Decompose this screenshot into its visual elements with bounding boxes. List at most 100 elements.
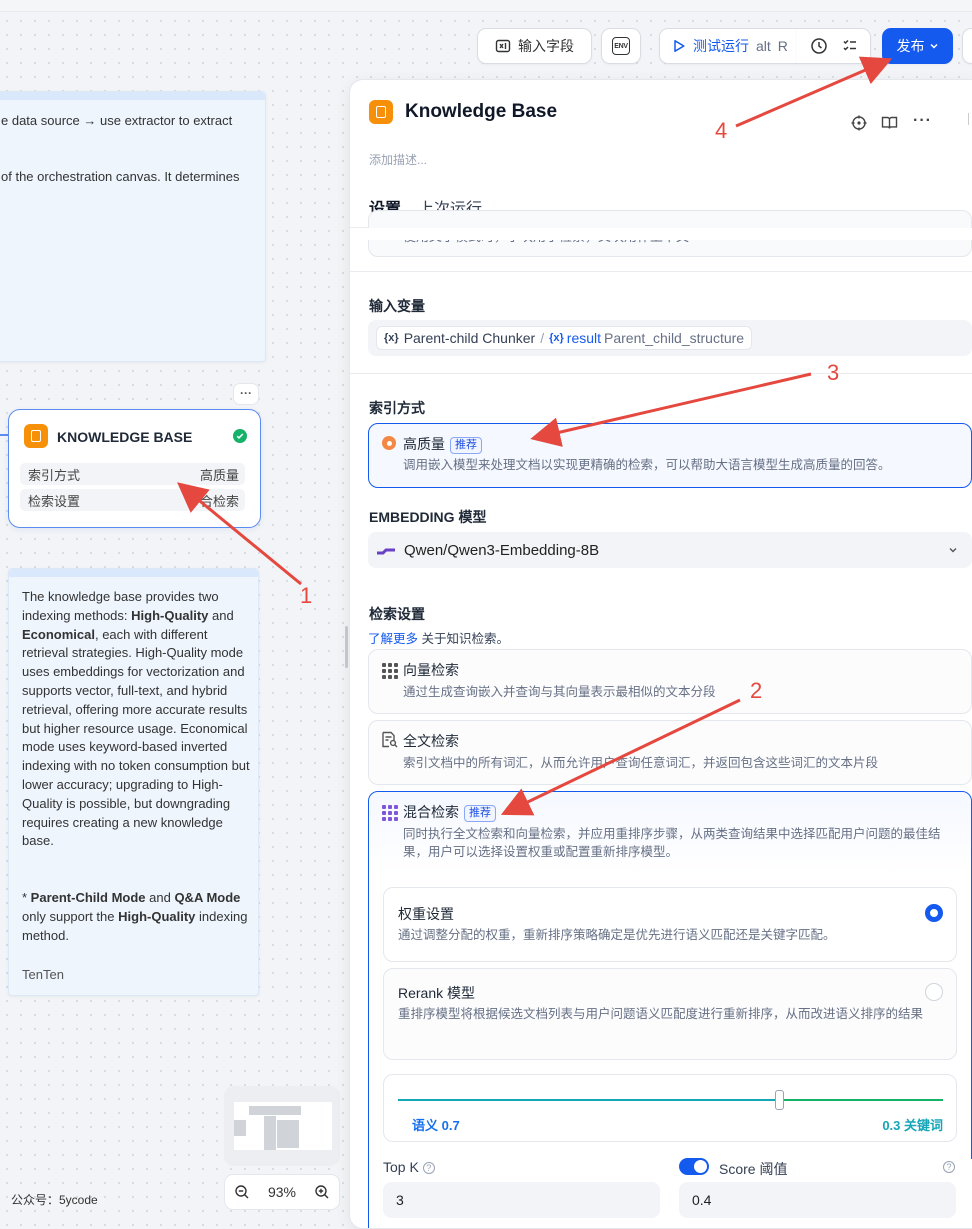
- note-main[interactable]: The knowledge base provides two indexing…: [8, 568, 259, 996]
- annotation-number-1: 1: [300, 583, 313, 608]
- ellipsis-icon[interactable]: ···: [913, 112, 932, 130]
- rerank-title: Rerank 模型: [398, 985, 476, 1001]
- embedding-label: EMBEDDING 模型: [369, 509, 487, 525]
- variable-icon-blue: {x}: [549, 332, 564, 344]
- recommend-tag: 推荐: [450, 437, 482, 454]
- learn-more-link[interactable]: 了解更多: [368, 632, 418, 646]
- note-text-run: Parent-Child Mode: [30, 890, 146, 905]
- weight-slider-box: 语义 0.7 0.3 关键词: [383, 1074, 957, 1142]
- note-text-run: , each with different retrieval strategi…: [22, 626, 250, 849]
- note-text-run: and: [145, 890, 175, 905]
- hybrid-desc: 同时执行全文检索和向量检索，并应用重排序步骤，从两类查询结果中选择匹配用户问题的…: [403, 827, 941, 859]
- hybrid-title: 混合检索: [403, 804, 459, 820]
- note-top[interactable]: e data source → use extractor to extract…: [0, 91, 266, 362]
- play-icon: [674, 40, 685, 52]
- input-fields-button[interactable]: 输入字段: [477, 28, 592, 64]
- learn-more-suffix: 关于知识检索。: [421, 632, 510, 646]
- book-open-icon[interactable]: [881, 115, 898, 131]
- index-hq-title: 高质量: [403, 436, 445, 452]
- rerank-model-option[interactable]: Rerank 模型 重排序模型将根据候选文档列表与用户问题语义匹配度进行重新排序…: [383, 968, 957, 1060]
- index-hq-title-row: 高质量 推荐: [403, 434, 482, 454]
- rerank-radio[interactable]: [925, 983, 943, 1001]
- panel-title: Knowledge Base: [405, 101, 558, 122]
- chevron-down-icon: [929, 43, 938, 49]
- note-second-paragraph: * Parent-Child Mode and Q&A Mode only su…: [22, 888, 250, 945]
- note-main-paragraph: The knowledge base provides two indexing…: [22, 588, 250, 851]
- embedding-value: Qwen/Qwen3-Embedding-8B: [404, 541, 600, 559]
- test-run-button[interactable]: 测试运行 alt R: [659, 28, 798, 64]
- score-threshold-toggle[interactable]: [679, 1158, 709, 1175]
- locate-icon[interactable]: [851, 115, 867, 131]
- topk-label: Top K: [383, 1159, 419, 1175]
- vector-search-card[interactable]: 向量检索 通过生成查询嵌入并查询与其向量表示最相似的文本分段: [368, 649, 972, 714]
- vector-grid-icon: [382, 663, 398, 679]
- annotation-number-2: 2: [750, 678, 763, 703]
- node-more-button[interactable]: ···: [233, 383, 259, 405]
- embedding-select[interactable]: Qwen/Qwen3-Embedding-8B: [368, 532, 972, 568]
- score-input[interactable]: 0.4: [679, 1182, 956, 1218]
- shortcut-r: R: [777, 38, 788, 54]
- note-text-run: and: [208, 607, 234, 623]
- variable-icon: {x}: [384, 332, 399, 344]
- history-icon[interactable]: [810, 37, 828, 55]
- zoom-out-icon[interactable]: [234, 1184, 250, 1200]
- help-icon[interactable]: ?: [943, 1161, 955, 1173]
- zoom-in-icon[interactable]: [314, 1184, 330, 1200]
- node-row-index-label: 索引方式: [28, 467, 81, 483]
- description-input[interactable]: 添加描述...: [369, 151, 427, 168]
- checklist-icon[interactable]: [842, 38, 858, 54]
- section-divider: [350, 373, 972, 374]
- note-text-run: Q&A Mode: [174, 890, 241, 905]
- score-label: Score 阈值: [719, 1161, 788, 1177]
- vector-title: 向量检索: [403, 662, 459, 678]
- fulltext-search-card[interactable]: 全文检索 索引文档中的所有词汇，从而允许用户查询任意词汇，并返回包含这些词汇的文…: [368, 720, 972, 785]
- fulltext-desc: 索引文档中的所有词汇，从而允许用户查询任意词汇，并返回包含这些词汇的文本片段: [403, 756, 879, 770]
- node-row-index: 索引方式 高质量: [20, 463, 245, 485]
- success-check-icon: [233, 429, 247, 443]
- book-icon: [24, 424, 48, 448]
- note-text-run: *: [22, 890, 31, 905]
- var-name: Parent_child_structure: [604, 330, 745, 346]
- note-text-run: High-Quality: [131, 607, 209, 623]
- tab-cover: [350, 228, 972, 240]
- chevron-down-icon: [949, 548, 957, 553]
- weight-slider-track[interactable]: [398, 1099, 943, 1101]
- minimap-node: [277, 1120, 299, 1148]
- topk-input[interactable]: 3: [383, 1182, 660, 1218]
- weight-radio-selected[interactable]: [925, 904, 943, 922]
- note-text-run: Economical: [22, 626, 95, 642]
- env-button[interactable]: ENV: [601, 28, 641, 64]
- node-row-retrieval-label: 检索设置: [28, 493, 81, 509]
- topk-score-area: Top K ? 3 Score 阈值 ? 0.4: [369, 1158, 972, 1228]
- publish-button[interactable]: 发布: [882, 28, 953, 64]
- minimap[interactable]: [224, 1086, 340, 1166]
- minimap-node: [249, 1106, 301, 1115]
- weight-slider-thumb[interactable]: [775, 1090, 784, 1110]
- index-method-label: 索引方式: [369, 400, 425, 416]
- help-icon[interactable]: ?: [422, 1162, 435, 1174]
- minimap-node: [264, 1116, 276, 1150]
- semantic-weight-label: 语义 0.7: [412, 1118, 460, 1133]
- index-high-quality-card[interactable]: 高质量 推荐 调用嵌入模型来处理文档以实现更精确的检索，可以帮助大语言模型生成高质…: [368, 423, 972, 488]
- panel-book-icon: [369, 100, 393, 124]
- retrieval-label: 检索设置: [369, 606, 425, 622]
- zoom-level[interactable]: 93%: [268, 1184, 296, 1200]
- fulltext-title: 全文检索: [403, 733, 459, 749]
- note-text-run: only support the: [22, 909, 119, 924]
- weight-setting-option[interactable]: 权重设置 通过调整分配的权重，重新排序策略确定是优先进行语义匹配还是关键字匹配。: [383, 887, 957, 962]
- node-title: KNOWLEDGE BASE: [57, 429, 193, 445]
- more-button-edge[interactable]: [962, 28, 972, 64]
- run-history-group: [797, 28, 871, 64]
- var-chip[interactable]: {x} Parent-child Chunker / {x} result Pa…: [376, 326, 753, 350]
- hybrid-title-row: 混合检索 推荐: [403, 802, 496, 822]
- note-top-line1: e data source → use extractor to extract: [1, 113, 233, 128]
- section-divider: [350, 271, 972, 272]
- rerank-desc: 重排序模型将根据候选文档列表与用户问题语义匹配度进行重新排序，从而改进语义排序的…: [398, 1007, 924, 1021]
- learn-more-row: 了解更多 关于知识检索。: [368, 628, 509, 647]
- vector-desc: 通过生成查询嵌入并查询与其向量表示最相似的文本分段: [403, 685, 716, 699]
- input-var-field[interactable]: {x} Parent-child Chunker / {x} result Pa…: [368, 320, 972, 356]
- var-node-name: Parent-child Chunker: [403, 330, 536, 346]
- model-provider-icon: [377, 548, 395, 555]
- note-top-line2: of the orchestration canvas. It determin…: [1, 169, 240, 184]
- panel-resize-handle[interactable]: [345, 626, 348, 668]
